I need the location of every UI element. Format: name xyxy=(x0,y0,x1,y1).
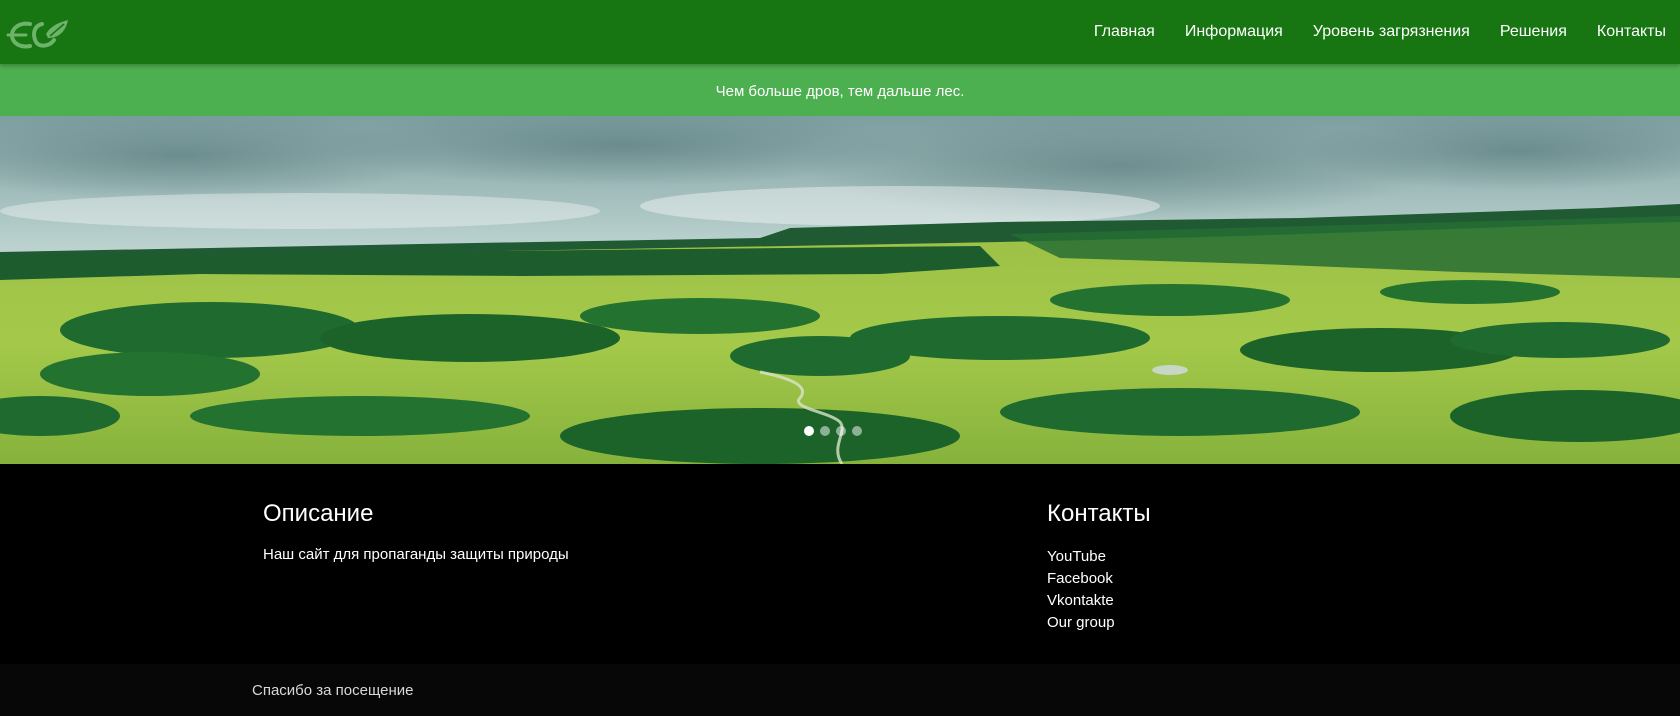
carousel-indicator-1[interactable] xyxy=(804,426,814,436)
link-facebook[interactable]: Facebook xyxy=(1047,568,1151,590)
carousel-indicator-3[interactable] xyxy=(836,426,846,436)
nav-link-info[interactable]: Информация xyxy=(1185,23,1283,41)
link-vkontakte[interactable]: Vkontakte xyxy=(1047,590,1151,612)
landscape-image xyxy=(0,116,1680,464)
carousel-indicator-2[interactable] xyxy=(820,426,830,436)
carousel-indicator-4[interactable] xyxy=(852,426,862,436)
nav-link-pollution-level[interactable]: Уровень загрязнения xyxy=(1313,23,1470,41)
quote-text: Чем больше дров, тем дальше лес. xyxy=(715,82,965,100)
top-navbar: Главная Информация Уровень загрязнения Р… xyxy=(0,0,1680,64)
eco-logo-icon[interactable] xyxy=(6,18,70,52)
footer-contacts: Контакты YouTube Facebook Vkontakte Our … xyxy=(1047,500,1151,634)
hero-carousel xyxy=(0,116,1680,464)
link-youtube[interactable]: YouTube xyxy=(1047,546,1151,568)
nav-link-solutions[interactable]: Решения xyxy=(1500,23,1567,41)
main-nav: Главная Информация Уровень загрязнения Р… xyxy=(1094,0,1666,64)
link-our-group[interactable]: Our group xyxy=(1047,612,1151,634)
footer-description: Описание Наш сайт для пропаганды защиты … xyxy=(263,500,569,564)
quote-banner: Чем больше дров, тем дальше лес. xyxy=(0,64,1680,116)
carousel-indicators xyxy=(0,426,1680,436)
footer-copyright-bar: Спасибо за посещение xyxy=(0,664,1680,716)
footer: Описание Наш сайт для пропаганды защиты … xyxy=(0,464,1680,664)
contacts-links: YouTube Facebook Vkontakte Our group xyxy=(1047,546,1151,634)
nav-link-home[interactable]: Главная xyxy=(1094,23,1155,41)
contacts-title: Контакты xyxy=(1047,500,1151,527)
nav-link-contacts[interactable]: Контакты xyxy=(1597,23,1666,41)
description-text: Наш сайт для пропаганды защиты природы xyxy=(263,546,569,563)
description-title: Описание xyxy=(263,500,374,527)
footer-thanks-text: Спасибо за посещение xyxy=(252,682,414,699)
